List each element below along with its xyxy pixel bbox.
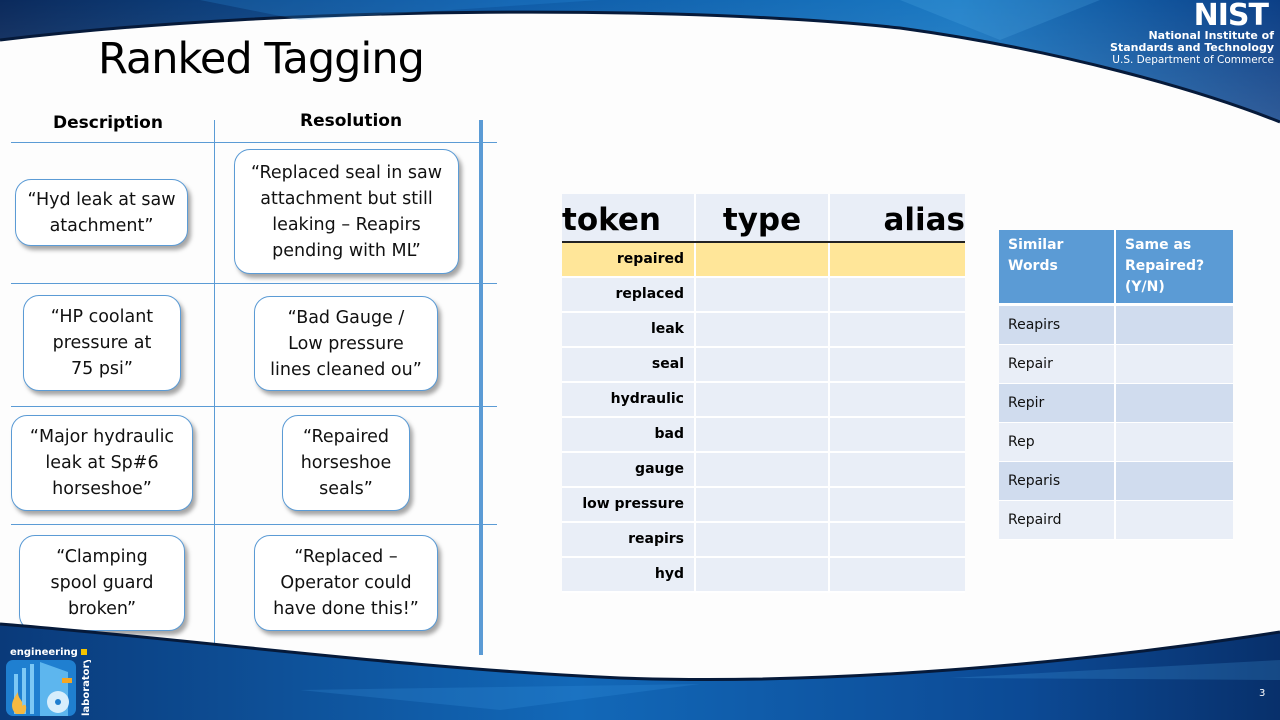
similar-word-cell: Reapirs (999, 306, 1116, 344)
alias-cell[interactable] (830, 383, 965, 416)
same-as-cell[interactable] (1116, 306, 1233, 344)
token-cell: reapirs (562, 523, 696, 556)
same-as-cell[interactable] (1116, 384, 1233, 422)
similar-word-cell: Rep (999, 423, 1116, 461)
nist-name-line2: Standards and Technology (1110, 41, 1274, 54)
token-cell: seal (562, 348, 696, 381)
token-cell: gauge (562, 453, 696, 486)
alias-cell[interactable] (830, 453, 965, 486)
type-cell[interactable] (696, 313, 830, 346)
token-row-highlighted[interactable]: repaired (562, 243, 965, 278)
nist-department: U.S. Department of Commerce (1112, 54, 1274, 66)
same-as-header-label: Same as Repaired? (Y/N) (1125, 237, 1205, 295)
token-row[interactable]: replaced (562, 278, 965, 313)
alias-cell[interactable] (830, 348, 965, 381)
token-cell: leak (562, 313, 696, 346)
alias-header: alias (883, 202, 965, 238)
alias-cell[interactable] (830, 488, 965, 521)
similar-word-row[interactable]: Reapirs (999, 306, 1233, 345)
alias-cell[interactable] (830, 243, 965, 276)
description-bubble: “Hyd leak at saw atachment” (15, 179, 188, 246)
table-right-border (479, 120, 483, 655)
resolution-bubble: “Bad Gauge / Low pressure lines cleaned … (254, 296, 438, 391)
token-cell: hyd (562, 558, 696, 591)
similar-word-row[interactable]: Reparis (999, 462, 1233, 501)
row-divider (11, 524, 497, 525)
same-as-cell[interactable] (1116, 462, 1233, 500)
type-cell[interactable] (696, 523, 830, 556)
same-as-cell[interactable] (1116, 423, 1233, 461)
similar-words-table: Similar Words Same as Repaired? (Y/N) Re… (999, 230, 1233, 540)
similar-word-cell: Repair (999, 345, 1116, 383)
similar-word-cell: Repir (999, 384, 1116, 422)
nist-wordmark: NIST (1193, 0, 1269, 33)
type-cell[interactable] (696, 383, 830, 416)
description-bubble: “HP coolant pressure at 75 psi” (23, 295, 181, 391)
slide-title: Ranked Tagging (98, 34, 425, 84)
similar-word-row[interactable]: Repir (999, 384, 1233, 423)
bottom-banner (0, 622, 1280, 720)
token-row[interactable]: reapirs (562, 523, 965, 558)
same-as-cell[interactable] (1116, 345, 1233, 383)
type-cell[interactable] (696, 488, 830, 521)
token-row[interactable]: gauge (562, 453, 965, 488)
similar-word-cell: Repaird (999, 501, 1116, 539)
resolution-bubble: “Repaired horseshoe seals” (282, 415, 410, 511)
type-header: type (696, 194, 830, 241)
engineering-lab-wordmark: engineering (10, 647, 87, 658)
token-table: token type alias repaired replaced leak … (562, 194, 965, 593)
token-row[interactable]: hyd (562, 558, 965, 593)
token-header: token (562, 194, 696, 241)
type-cell[interactable] (696, 558, 830, 591)
token-row[interactable]: seal (562, 348, 965, 383)
column-divider (214, 120, 215, 655)
token-table-header: token type alias (562, 194, 965, 243)
description-header: Description (53, 113, 163, 133)
type-cell[interactable] (696, 243, 830, 276)
token-cell: replaced (562, 278, 696, 311)
page-number: 3 (1259, 688, 1266, 699)
type-cell[interactable] (696, 348, 830, 381)
laboratory-label: laboratory (81, 660, 92, 716)
token-cell: low pressure (562, 488, 696, 521)
token-cell: repaired (562, 243, 696, 276)
laboratory-text: laboratory (81, 660, 92, 716)
token-cell: bad (562, 418, 696, 451)
similar-word-row[interactable]: Repair (999, 345, 1233, 384)
similar-words-header: Similar Words Same as Repaired? (Y/N) (999, 230, 1233, 306)
similar-word-cell: Reparis (999, 462, 1116, 500)
engineering-label: engineering (10, 647, 78, 658)
alias-cell[interactable] (830, 278, 965, 311)
row-divider (11, 142, 497, 143)
type-cell[interactable] (696, 453, 830, 486)
resolution-bubble: “Replaced seal in saw attachment but sti… (234, 149, 459, 274)
type-cell[interactable] (696, 278, 830, 311)
slide: NIST National Institute of Standards and… (0, 0, 1280, 720)
row-divider (11, 406, 497, 407)
row-divider (11, 283, 497, 284)
resolution-header: Resolution (300, 111, 403, 131)
yellow-square-icon (80, 649, 87, 655)
token-row[interactable]: leak (562, 313, 965, 348)
similar-words-header-label: Similar Words (999, 230, 1116, 303)
token-cell: hydraulic (562, 383, 696, 416)
similar-word-row[interactable]: Rep (999, 423, 1233, 462)
same-as-cell[interactable] (1116, 501, 1233, 539)
alias-cell[interactable] (830, 523, 965, 556)
type-cell[interactable] (696, 418, 830, 451)
token-row[interactable]: bad (562, 418, 965, 453)
nist-logo: NIST National Institute of Standards and… (1110, 0, 1274, 67)
alias-cell[interactable] (830, 313, 965, 346)
engineering-lab-logo-icon (6, 660, 76, 716)
description-bubble: “Major hydraulic leak at Sp#6 horseshoe” (11, 415, 193, 511)
token-row[interactable]: hydraulic (562, 383, 965, 418)
alias-cell[interactable] (830, 418, 965, 451)
alias-cell[interactable] (830, 558, 965, 591)
token-row[interactable]: low pressure (562, 488, 965, 523)
similar-word-row[interactable]: Repaird (999, 501, 1233, 540)
